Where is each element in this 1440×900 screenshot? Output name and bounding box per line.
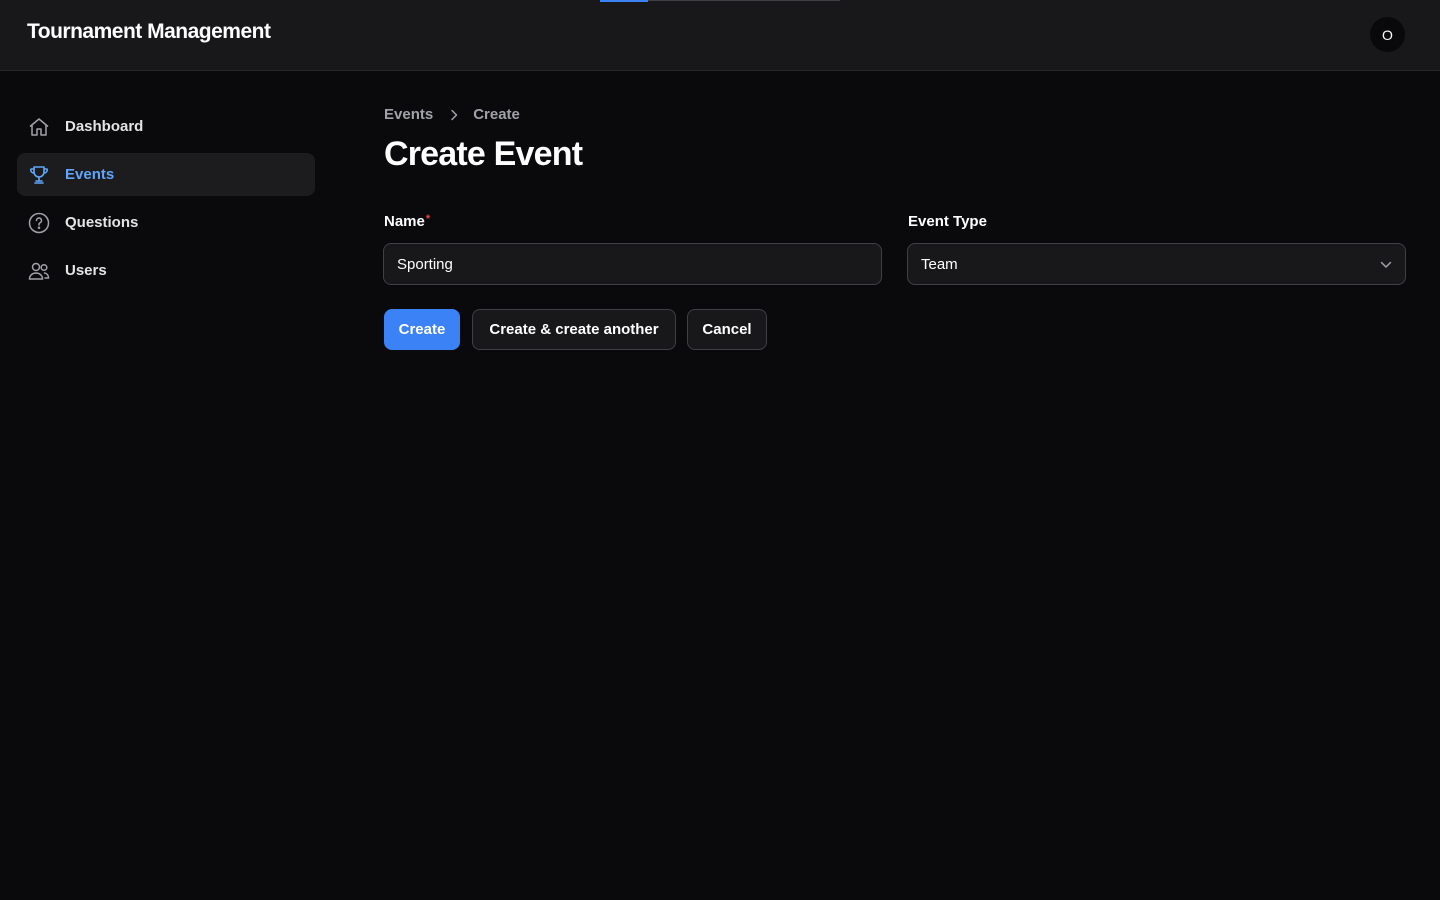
sidebar-item-label: Events bbox=[65, 166, 115, 183]
users-icon bbox=[27, 259, 51, 283]
event-type-label: Event Type bbox=[908, 213, 987, 230]
loading-progress-fill bbox=[600, 0, 648, 2]
required-marker: * bbox=[425, 213, 431, 225]
page-title: Create Event bbox=[384, 135, 583, 173]
app-title[interactable]: Tournament Management bbox=[27, 20, 271, 44]
name-label-text: Name bbox=[384, 213, 425, 230]
sidebar-item-events[interactable]: Events bbox=[17, 153, 315, 196]
top-bar: Tournament Management O bbox=[0, 0, 1440, 71]
chevron-right-icon bbox=[449, 109, 459, 121]
breadcrumb-current: Create bbox=[473, 106, 520, 123]
breadcrumb: Events Create bbox=[384, 106, 520, 123]
sidebar-nav: Dashboard Events Questions Users bbox=[17, 105, 315, 297]
sidebar-item-users[interactable]: Users bbox=[17, 249, 315, 292]
name-label: Name* bbox=[384, 213, 430, 230]
event-type-select[interactable]: Team bbox=[907, 243, 1406, 285]
cancel-button[interactable]: Cancel bbox=[687, 309, 767, 350]
question-circle-icon bbox=[27, 211, 51, 235]
loading-progress-bar bbox=[600, 0, 840, 2]
trophy-icon bbox=[27, 163, 51, 187]
sidebar-item-label: Users bbox=[65, 262, 107, 279]
create-button[interactable]: Create bbox=[384, 309, 460, 350]
event-type-selected-value: Team bbox=[921, 255, 958, 273]
sidebar-item-dashboard[interactable]: Dashboard bbox=[17, 105, 315, 148]
breadcrumb-events-link[interactable]: Events bbox=[384, 106, 433, 123]
sidebar-item-questions[interactable]: Questions bbox=[17, 201, 315, 244]
sidebar-item-label: Dashboard bbox=[65, 118, 144, 135]
create-another-button[interactable]: Create & create another bbox=[472, 309, 676, 350]
chevron-down-icon bbox=[1380, 256, 1392, 273]
user-avatar[interactable]: O bbox=[1370, 17, 1405, 52]
home-icon bbox=[27, 115, 51, 139]
name-input[interactable] bbox=[383, 243, 882, 285]
sidebar-item-label: Questions bbox=[65, 214, 139, 231]
